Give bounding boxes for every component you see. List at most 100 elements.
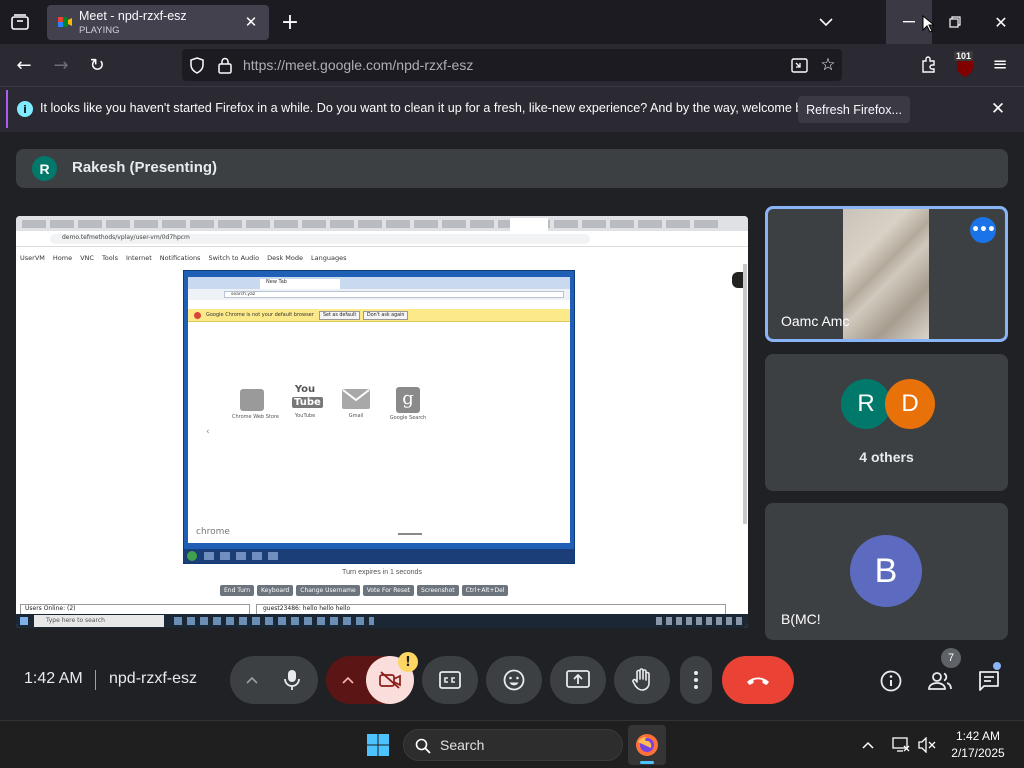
others-count-label: 4 others [859,449,914,465]
more-options-vertical-icon[interactable] [680,656,712,704]
vm-address-text: search.yaz [224,291,564,298]
mouse-cursor-icon [922,14,936,37]
ublock-extension-icon[interactable]: 101 [954,51,976,78]
close-window-button[interactable]: ✕ [978,0,1024,44]
taskbar-search-box[interactable]: Search [403,729,623,761]
end-call-icon [747,677,769,685]
participant-tile-oamc[interactable]: ••• Oamc Amc [765,206,1008,342]
participant-tile-others[interactable]: R D 4 others [765,354,1008,491]
vm-dont-ask-button: Don't ask again [363,311,409,320]
active-app-indicator [640,761,654,764]
vm-prev-arrow-icon: ‹ [206,427,210,437]
gmail-icon [342,389,370,409]
picture-in-picture-icon[interactable] [789,56,809,74]
tab-close-icon[interactable]: ✕ [241,12,261,32]
new-tab-icon[interactable]: + [278,10,302,35]
list-tabs-chevron-down-icon[interactable] [814,10,838,34]
reload-icon[interactable]: ↻ [85,53,109,77]
refresh-firefox-notification: i It looks like you haven't started Fire… [0,86,1024,132]
mic-control-group [230,656,318,704]
notification-text: It looks like you haven't started Firefo… [40,101,826,115]
vm-chrome-toolbar: search.yaz [188,289,570,300]
browser-tab-bar: Meet - npd-rzxf-esz PLAYING ✕ + ✕ [0,0,1024,44]
taskbar-clock-date[interactable]: 2/17/2025 [946,746,1010,760]
meet-favicon-icon [57,14,73,30]
ublock-badge-count: 101 [954,51,974,61]
presenter-banner: R Rakesh (Presenting) [16,149,1008,188]
back-arrow-icon[interactable]: ← [12,53,36,77]
vm-action-buttons: End Turn Keyboard Change Username Vote F… [220,585,509,596]
present-screen-button[interactable] [550,656,606,704]
windows-start-icon[interactable] [366,733,390,757]
network-icon[interactable] [890,735,912,755]
microphone-button[interactable] [272,665,312,695]
notification-close-icon[interactable]: ✕ [988,99,1008,119]
people-icon[interactable] [924,666,956,696]
taskbar-firefox-button[interactable] [628,725,666,765]
presenter-name: Rakesh (Presenting) [72,159,218,176]
bookmark-star-icon[interactable]: ☆ [818,55,838,75]
remote-menu-item: UserVM [20,254,45,262]
remote-address-bar: demo.tefmethods/vplay/user-vm/0d7hpcm [16,231,748,247]
emoji-reactions-button[interactable] [486,656,542,704]
emoji-icon [503,669,525,691]
leave-call-button[interactable] [722,656,794,704]
firefox-view-icon[interactable] [8,10,32,34]
vm-app-label: Google Search [389,415,427,421]
meet-call-area: R Rakesh (Presenting) demo.tefmethods/vp… [0,132,1024,720]
camera-control-group: ! [326,652,418,704]
info-icon: i [17,101,33,117]
meeting-clock: 1:42 AM [24,670,83,687]
volume-muted-icon[interactable] [916,735,938,755]
screenshot-button: Screenshot [417,585,459,596]
windows-taskbar: Search 1:42 AM 2/17/2025 [0,720,1024,768]
shared-screen[interactable]: demo.tefmethods/vplay/user-vm/0d7hpcm Us… [16,216,748,628]
lock-icon[interactable] [218,57,232,78]
meeting-details-info-icon[interactable] [876,666,906,696]
remote-menu-item: VNC [80,254,94,262]
remote-menu-item: Home [52,254,73,262]
notification-accent-bar [6,90,8,128]
firefox-icon [635,733,659,761]
video-options-chevron-up-icon[interactable] [336,668,360,692]
change-username-button: Change Username [296,585,360,596]
vm-app-gmail: Gmail [336,389,376,429]
vm-win7-taskbar [184,549,574,563]
vm-app-store: Chrome Web Store [232,389,279,429]
search-icon [415,738,431,758]
browser-toolbar: ← → ↻ https://meet.google.com/npd-rzxf-e… [0,44,1024,86]
remote-tab-strip [16,216,748,231]
url-bar[interactable]: https://meet.google.com/npd-rzxf-esz ☆ [182,49,842,81]
extensions-puzzle-icon[interactable] [918,53,940,75]
participant-tile-b[interactable]: B B(MC! [765,503,1008,640]
refresh-firefox-button[interactable]: Refresh Firefox... [798,96,910,123]
url-text: https://meet.google.com/npd-rzxf-esz [243,57,474,73]
raise-hand-button[interactable] [614,656,670,704]
shield-icon[interactable] [189,57,205,78]
forward-arrow-icon[interactable]: → [49,53,73,77]
chat-icon[interactable] [974,666,1004,696]
browser-tab-meet[interactable]: Meet - npd-rzxf-esz PLAYING ✕ [47,5,269,40]
more-options-icon[interactable]: ••• [970,217,996,243]
audio-options-chevron-up-icon[interactable] [240,668,264,692]
vm-set-default-button: Set as default [319,311,361,320]
vm-tab-title: New Tab [260,279,340,289]
vote-reset-button: Vote For Reset [362,585,415,596]
show-hidden-icons-chevron-up-icon[interactable] [858,735,878,755]
presenter-avatar: R [32,156,57,181]
store-icon [240,389,264,411]
captions-button[interactable] [422,656,478,704]
people-count-badge: 7 [941,648,961,668]
hand-icon [632,668,650,691]
keyboard-button: Keyboard [257,585,294,596]
restore-window-button[interactable] [932,0,978,44]
chat-unread-dot [993,662,1001,670]
remote-windows-start-icon [20,617,28,625]
vm-infobar-text: Google Chrome is not your default browse… [206,312,314,318]
camera-warning-icon: ! [398,652,418,672]
taskbar-clock-time[interactable]: 1:42 AM [946,729,1010,743]
tab-status: PLAYING [79,25,120,36]
app-menu-hamburger-icon[interactable]: ≡ [990,54,1010,75]
vm-app-youtube: You Tube YouTube [285,383,325,429]
taskbar-search-label: Search [440,737,485,753]
